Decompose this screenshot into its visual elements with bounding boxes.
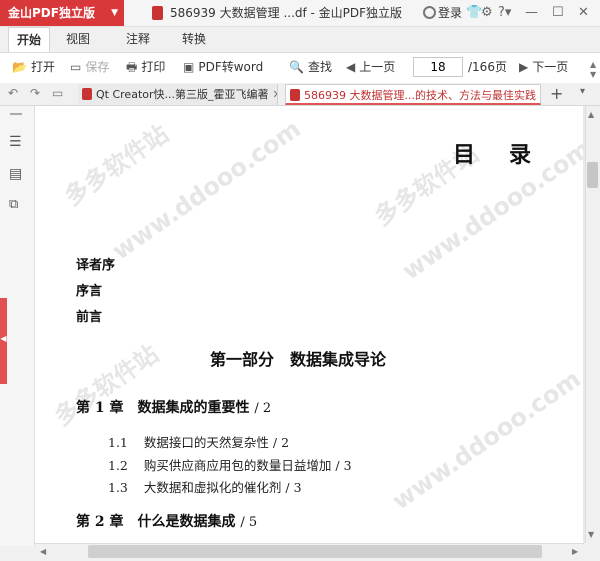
maximize-icon[interactable]: ☐ <box>552 4 564 22</box>
watermark: 多多软件站 <box>49 339 164 432</box>
tab-view[interactable]: 视图 <box>60 27 96 51</box>
document-page: 多多软件站 www.ddooo.com 多多软件站 www.ddooo.com … <box>35 106 583 543</box>
open-button[interactable]: 📂 打开 <box>12 56 55 78</box>
help-icon[interactable]: ?▾ <box>498 4 511 22</box>
close-icon[interactable]: ✕ <box>578 4 589 22</box>
toolbar-scroll-down-icon[interactable]: ▼ <box>590 70 596 80</box>
outline-icon[interactable]: ☰ <box>9 134 22 150</box>
printer-icon: 🖶 <box>126 60 138 74</box>
pdf-file-icon <box>290 89 300 101</box>
add-tab-icon[interactable]: + <box>550 84 563 104</box>
vertical-scroll-thumb[interactable] <box>587 162 598 188</box>
section-number: 1.1 <box>108 435 128 450</box>
pdf-file-icon <box>82 88 92 100</box>
save-label: 保存 <box>85 60 110 74</box>
next-page-button[interactable]: ▶ 下一页 <box>519 56 568 78</box>
tab-overflow-icon[interactable]: ▾ <box>580 86 585 97</box>
toc-section: 1.1 数据接口的天然复杂性 / 2 <box>108 432 289 451</box>
tab-start[interactable]: 开始 <box>8 27 50 52</box>
section-title: 购买供应商应用包的数量日益增加 <box>143 458 332 473</box>
page-heading: 目 录 <box>453 142 538 168</box>
chapter-page: / 5 <box>240 515 258 530</box>
page-number-input[interactable] <box>413 57 463 77</box>
pdf-file-icon <box>152 6 163 20</box>
print-label: 打印 <box>141 60 166 74</box>
login-link[interactable]: 登录 <box>438 0 462 26</box>
prev-page-button[interactable]: ◀ 上一页 <box>346 56 395 78</box>
save-button[interactable]: ▭ 保存 <box>70 56 109 78</box>
toolbar-scroll-up-icon[interactable]: ▲ <box>590 60 596 70</box>
scroll-left-icon[interactable]: ◀ <box>40 547 46 557</box>
arrow-left-icon: ◀ <box>346 60 356 74</box>
chapter-number: 第 2 章 <box>76 514 124 530</box>
search-icon: 🔍 <box>289 60 304 74</box>
document-tab-active[interactable]: 586939 大数据管理...的技术、方法与最佳实践 ✕ <box>285 84 541 105</box>
arrow-right-icon: ▶ <box>519 60 529 74</box>
toc-front-matter: 译者序 <box>76 258 116 273</box>
quick-save-icon[interactable]: ▭ <box>52 85 63 101</box>
chapter-title: 数据集成的重要性 <box>137 400 250 416</box>
minimize-icon[interactable]: — <box>525 4 538 22</box>
watermark: 多多软件站 <box>59 119 174 212</box>
bookmark-icon[interactable]: ⧉ <box>9 197 18 212</box>
section-page: / 3 <box>335 458 352 473</box>
section-title: 数据接口的天然复杂性 <box>143 435 269 450</box>
window-title: 586939 大数据管理 ...df - 金山PDF独立版 <box>170 6 403 20</box>
pdf-to-word-label: PDF转word <box>198 60 264 74</box>
toc-section: 1.3 大数据和虚拟化的催化剂 / 3 <box>108 477 302 496</box>
settings-icon[interactable]: ⚙ <box>481 4 493 22</box>
watermark: www.ddooo.com <box>387 364 583 516</box>
thumbnails-icon[interactable]: ▤ <box>9 166 22 182</box>
close-tab-icon[interactable]: ✕ <box>273 88 278 101</box>
section-number: 1.3 <box>108 480 128 495</box>
open-label: 打开 <box>30 60 55 74</box>
section-page: / 3 <box>285 480 302 495</box>
toc-part-title: 第一部分 数据集成导论 <box>210 350 387 369</box>
tab-convert[interactable]: 转换 <box>176 27 212 51</box>
chevron-down-icon: ▼ <box>111 8 118 18</box>
find-label: 查找 <box>307 60 332 74</box>
scrollbar-corner <box>584 543 600 560</box>
skin-icon[interactable]: 👕 <box>466 4 482 22</box>
find-button[interactable]: 🔍 查找 <box>289 56 332 78</box>
toc-front-matter: 前言 <box>76 310 103 325</box>
document-tab-label: 586939 大数据管理...的技术、方法与最佳实践 <box>304 89 536 102</box>
user-icon[interactable] <box>423 6 436 19</box>
chapter-number: 第 1 章 <box>76 400 124 416</box>
brand-label: 金山PDF独立版 <box>8 6 95 20</box>
next-page-label: 下一页 <box>532 60 569 74</box>
document-tab[interactable]: Qt Creator快...第三版_霍亚飞编著 ✕ <box>78 84 278 105</box>
redo-icon[interactable]: ↷ <box>30 85 40 101</box>
toc-section: 1.2 购买供应商应用包的数量日益增加 / 3 <box>108 455 352 474</box>
chevron-left-icon: ◀ <box>0 334 7 343</box>
convert-icon: ▣ <box>183 60 195 74</box>
drag-handle[interactable] <box>10 113 22 115</box>
page-total: /166页 <box>468 60 507 74</box>
toc-front-matter: 序言 <box>76 284 103 299</box>
chapter-page: / 2 <box>254 401 272 416</box>
folder-icon: 📂 <box>12 60 27 74</box>
document-tab-label: Qt Creator快...第三版_霍亚飞编著 <box>96 88 269 101</box>
scroll-down-icon[interactable]: ▼ <box>588 530 594 540</box>
horizontal-scroll-thumb[interactable] <box>88 545 542 558</box>
toc-chapter: 第 1 章数据集成的重要性 / 2 <box>76 397 271 417</box>
scroll-right-icon[interactable]: ▶ <box>572 547 578 557</box>
brand-menu-button[interactable]: 金山PDF独立版 ▼ <box>0 0 124 26</box>
toc-chapter: 第 2 章什么是数据集成 / 5 <box>76 511 257 531</box>
scroll-up-icon[interactable]: ▲ <box>588 110 594 120</box>
section-number: 1.2 <box>108 458 128 473</box>
prev-page-label: 上一页 <box>359 60 396 74</box>
print-button[interactable]: 🖶 打印 <box>126 56 165 78</box>
section-title: 大数据和虚拟化的催化剂 <box>143 480 282 495</box>
chapter-title: 什么是数据集成 <box>137 514 236 530</box>
tab-annotate[interactable]: 注释 <box>120 27 156 51</box>
close-tab-icon[interactable]: ✕ <box>540 89 541 102</box>
pdf-to-word-button[interactable]: ▣ PDF转word <box>183 56 263 78</box>
undo-icon[interactable]: ↶ <box>8 85 18 101</box>
save-icon: ▭ <box>70 60 82 74</box>
section-page: / 2 <box>272 435 290 450</box>
